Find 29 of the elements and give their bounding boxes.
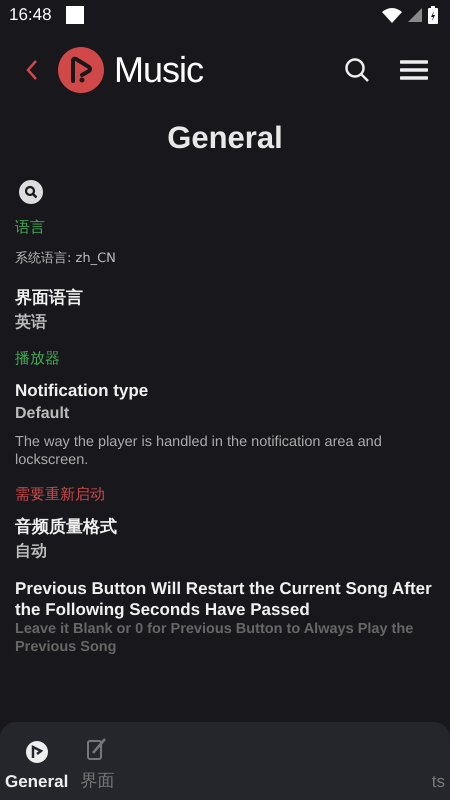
back-button[interactable] [26, 59, 38, 81]
setting-description: The way the player is handled in the notification area and lockscreen. [15, 433, 383, 469]
menu-button[interactable] [400, 59, 428, 81]
setting-title[interactable]: Notification type [15, 380, 435, 401]
battery-icon [428, 6, 438, 24]
setting-description: Leave it Blank or 0 for Previous Button to Always Play the Previous Song [15, 620, 414, 656]
app-name: Music [114, 49, 204, 91]
status-time: 16:48 [9, 5, 52, 25]
section-heading: 语言 [15, 218, 46, 237]
search-button[interactable] [344, 57, 370, 83]
setting-title[interactable]: 界面语言 [15, 287, 435, 308]
section-heading: 需要重新启动 [15, 485, 106, 504]
setting-value: 英语 [15, 312, 48, 333]
setting-value: 自动 [15, 542, 48, 562]
page-title: General [166, 120, 284, 156]
logo-icon [58, 47, 104, 93]
setting-title[interactable]: 音频质量格式 [15, 516, 435, 537]
search-icon [24, 185, 38, 199]
logo-icon [24, 740, 49, 764]
setting-title[interactable]: Previous Button Will Restart the Current Song After the Following Seconds Have Passed [15, 578, 435, 620]
search-button[interactable] [19, 180, 43, 204]
wifi-icon [382, 8, 402, 22]
notification-icon [66, 6, 84, 24]
nav-tab[interactable]: General [5, 740, 68, 792]
setting-note: 系统语言: zh_CN [15, 250, 117, 267]
setting-value: Default [15, 405, 70, 423]
brush-icon [86, 737, 108, 761]
section-heading: 播放器 [15, 349, 61, 368]
signal-icon [408, 8, 422, 22]
